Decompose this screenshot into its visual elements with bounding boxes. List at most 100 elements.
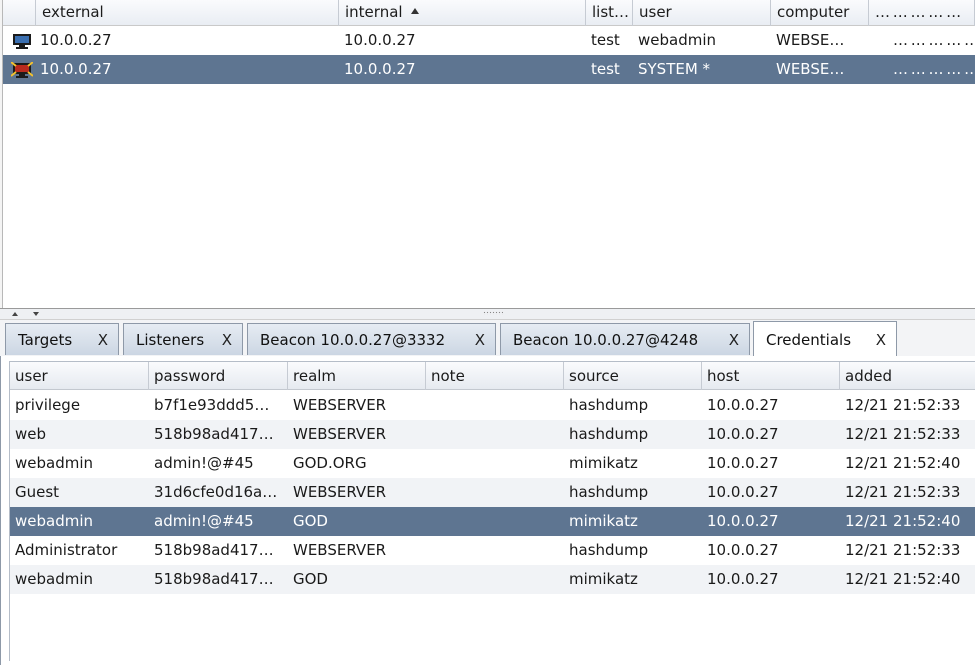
header-label: host [707,367,740,385]
cred-realm: WEBSERVER [293,483,387,501]
close-tab-icon[interactable]: X [222,324,232,356]
tab-credentials[interactable]: Credentials X [753,321,897,356]
beacon-internal-ip: 10.0.0.27 [344,60,416,78]
cred-header-source[interactable]: source [564,362,702,390]
beacon-row-selected[interactable]: 10.0.0.27 10.0.0.27 test SYSTEM * WEBSE…… [3,55,975,84]
cred-added: 12/21 21:52:33 [845,483,961,501]
split-pane-divider[interactable] [0,308,975,320]
sort-ascending-icon [410,8,419,14]
cred-added: 12/21 21:52:33 [845,425,961,443]
beacon-computer: WEBSE… [776,60,845,78]
beacon-extra-columns: … … … … … [893,60,975,78]
beacon-header-user[interactable]: user [633,0,771,26]
beacon-listener: test [591,31,620,49]
cred-added: 12/21 21:52:40 [845,570,961,588]
tab-label: Beacon 10.0.0.27@4248 [513,331,699,349]
cred-source: hashdump [569,425,649,443]
cred-added: 12/21 21:52:40 [845,454,961,472]
cred-header-password[interactable]: password [149,362,288,390]
cred-realm: GOD.ORG [293,454,367,472]
beacon-header-listener[interactable]: list… [586,0,633,26]
cred-host: 10.0.0.27 [707,483,779,501]
cred-note [426,391,564,420]
cred-user: webadmin [15,454,94,472]
header-label: password [154,367,226,385]
cred-user: Administrator [15,541,118,559]
cred-host: 10.0.0.27 [707,396,779,414]
beacon-extra-columns: … … … … … [893,31,975,49]
beacon-computer: WEBSE… [776,31,845,49]
credentials-table-header: user password realm note source host add… [10,362,975,390]
credential-row[interactable]: webadmin 518b98ad417… GOD mimikatz 10.0.… [10,565,975,594]
cred-user: web [15,425,47,443]
cred-realm: GOD [293,570,328,588]
header-label: added [845,367,892,385]
tab-beacon-3332[interactable]: Beacon 10.0.0.27@3332 X [247,323,496,355]
cred-note [426,507,564,536]
close-tab-icon[interactable]: X [876,322,886,358]
header-label: internal [345,3,403,21]
cred-note [426,449,564,478]
beacon-external-ip: 10.0.0.27 [40,31,112,49]
cred-added: 12/21 21:52:33 [845,541,961,559]
credential-row-selected[interactable]: webadmin admin!@#45 GOD mimikatz 10.0.0.… [10,507,975,536]
tab-label: Targets [18,331,73,349]
divider-grip-icon[interactable] [483,311,503,315]
cred-host: 10.0.0.27 [707,425,779,443]
tab-label: Credentials [766,331,852,349]
tab-beacon-4248[interactable]: Beacon 10.0.0.27@4248 X [500,323,750,355]
header-label: realm [293,367,337,385]
beacon-table-header: external internal list… user computer … … [3,0,975,26]
cred-realm: WEBSERVER [293,425,387,443]
close-tab-icon[interactable]: X [98,324,108,356]
cred-password: admin!@#45 [154,454,254,472]
beacon-header-more-columns[interactable]: … … … … … [869,0,975,26]
cred-source: hashdump [569,541,649,559]
tab-strip: Targets X Listeners X Beacon 10.0.0.27@3… [0,320,975,356]
cred-note [426,420,564,449]
beacon-internal-ip: 10.0.0.27 [344,31,416,49]
cred-header-added[interactable]: added [840,362,975,390]
cred-password: b7f1e93ddd5… [154,396,270,414]
cred-password: 31d6cfe0d16a… [154,483,278,501]
beacon-row[interactable]: 10.0.0.27 10.0.0.27 test webadmin WEBSE…… [3,26,975,55]
close-tab-icon[interactable]: X [729,324,739,356]
cred-source: mimikatz [569,512,638,530]
cred-user: webadmin [15,570,94,588]
header-label: external [42,3,104,21]
cred-user: privilege [15,396,81,414]
cred-header-host[interactable]: host [702,362,840,390]
header-label: note [431,367,465,385]
credentials-table: user password realm note source host add… [9,361,975,661]
expand-down-icon[interactable] [33,312,39,316]
cred-source: hashdump [569,396,649,414]
cred-realm: WEBSERVER [293,396,387,414]
cred-header-note[interactable]: note [426,362,564,390]
beacon-header-icon-col[interactable] [3,0,36,26]
cred-note [426,478,564,507]
cred-realm: WEBSERVER [293,541,387,559]
cred-password: 518b98ad417… [154,570,274,588]
cred-header-user[interactable]: user [10,362,149,390]
cred-source: mimikatz [569,570,638,588]
beacon-header-computer[interactable]: computer [771,0,869,26]
cred-source: hashdump [569,483,649,501]
header-label: computer [777,3,850,21]
credential-row[interactable]: Guest 31d6cfe0d16a… WEBSERVER hashdump 1… [10,478,975,507]
tab-targets[interactable]: Targets X [5,323,119,355]
beacon-header-external[interactable]: external [36,0,339,26]
header-label: user [639,3,672,21]
credentials-panel: user password realm note source host add… [0,356,975,665]
beacon-header-internal[interactable]: internal [339,0,586,26]
credential-row[interactable]: privilege b7f1e93ddd5… WEBSERVER hashdum… [10,391,975,420]
beacon-table: external internal list… user computer … … [0,0,975,308]
tab-listeners[interactable]: Listeners X [123,323,243,355]
cred-header-realm[interactable]: realm [288,362,426,390]
credential-row[interactable]: webadmin admin!@#45 GOD.ORG mimikatz 10.… [10,449,975,478]
credential-row[interactable]: Administrator 518b98ad417… WEBSERVER has… [10,536,975,565]
cred-user: webadmin [15,512,94,530]
cred-user: Guest [15,483,60,501]
expand-up-icon[interactable] [12,312,18,316]
credential-row[interactable]: web 518b98ad417… WEBSERVER hashdump 10.0… [10,420,975,449]
close-tab-icon[interactable]: X [475,324,485,356]
